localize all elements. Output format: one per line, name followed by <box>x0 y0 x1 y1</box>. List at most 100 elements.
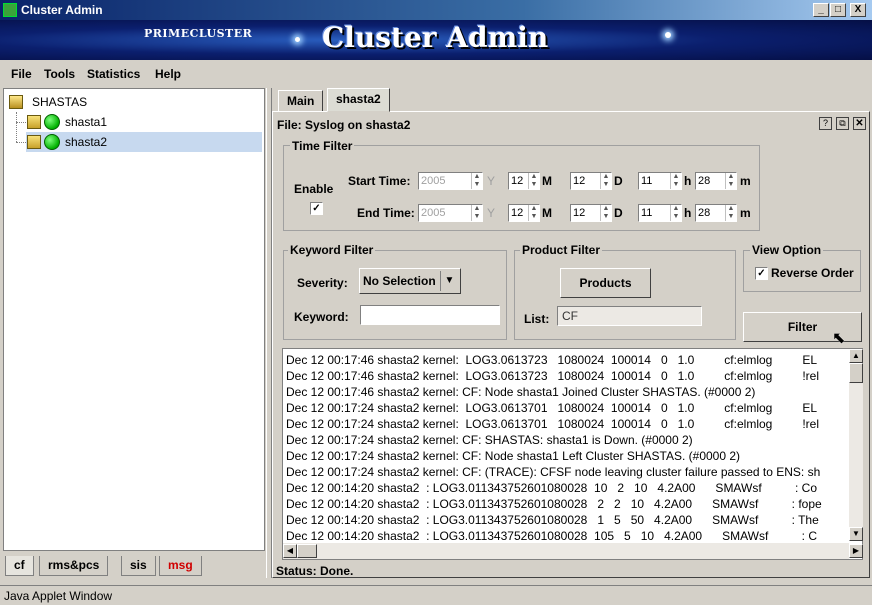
brand-logo: PRIMECLUSTER <box>144 27 253 40</box>
spinner-arrows-icon[interactable]: ▲ ▼ <box>670 205 681 221</box>
hour-unit: h <box>684 206 692 220</box>
log-line: Dec 12 00:14:20 shasta2 : LOG3.011343752… <box>286 481 817 495</box>
banner-headline: Cluster Admin <box>322 21 549 54</box>
spinner-arrows-icon[interactable]: ▲ ▼ <box>725 173 736 189</box>
tree-root-label: SHASTAS <box>32 95 88 109</box>
start-day-spinner[interactable]: 12 ▲ ▼ <box>570 172 612 190</box>
product-filter-title: Product Filter <box>520 243 603 257</box>
start-minute-value: 28 <box>698 175 711 187</box>
log-line: Dec 12 00:14:20 shasta2 : LOG3.011343752… <box>286 513 819 527</box>
tree-node-shasta2[interactable]: shasta2 <box>26 132 262 152</box>
detach-icon[interactable]: ⧉ <box>836 117 849 130</box>
help-icon[interactable]: ? <box>819 117 832 130</box>
mouse-cursor-icon: ⬉ <box>832 330 846 347</box>
syslog-view[interactable]: Dec 12 00:17:46 shasta2 kernel: LOG3.061… <box>282 348 863 560</box>
tree-node-label: shasta1 <box>65 115 108 129</box>
minimize-button[interactable]: _ <box>813 3 829 17</box>
enable-label: Enable <box>294 182 334 196</box>
day-unit: D <box>614 206 623 220</box>
severity-value: No Selection <box>363 274 436 288</box>
tab-main[interactable]: Main <box>278 90 324 112</box>
close-button[interactable]: X <box>850 3 866 17</box>
scroll-thumb[interactable] <box>849 363 863 383</box>
cluster-icon <box>9 95 23 109</box>
horizontal-scrollbar[interactable]: ◀ ▶ <box>283 543 863 559</box>
start-time-label: Start Time: <box>348 174 411 188</box>
applet-status-bar: Java Applet Window <box>0 585 872 605</box>
tab-rms-pcs[interactable]: rms&pcs <box>39 556 109 576</box>
start-year-spinner[interactable]: 2005 ▲ ▼ <box>418 172 483 190</box>
scroll-left-icon[interactable]: ◀ <box>283 544 297 558</box>
tab-cf[interactable]: cf <box>5 556 34 576</box>
scroll-down-icon[interactable]: ▼ <box>849 527 863 541</box>
scroll-thumb[interactable] <box>297 544 317 558</box>
start-month-value: 12 <box>511 175 524 187</box>
log-line: Dec 12 00:17:46 shasta2 kernel: LOG3.061… <box>286 369 820 383</box>
severity-label: Severity: <box>297 276 348 290</box>
close-panel-icon[interactable]: ✕ <box>853 117 866 130</box>
reverse-order-checkbox[interactable]: ✓ <box>755 267 768 280</box>
spinner-arrows-icon[interactable]: ▲ ▼ <box>725 205 736 221</box>
day-unit: D <box>614 174 623 188</box>
start-month-spinner[interactable]: 12 ▲ ▼ <box>508 172 540 190</box>
view-option-title: View Option <box>750 243 824 257</box>
menu-help[interactable]: Help <box>155 67 181 81</box>
end-day-spinner[interactable]: 12 ▲ ▼ <box>570 204 612 222</box>
log-line: Dec 12 00:14:20 shasta2 : LOG3.011343752… <box>286 497 822 511</box>
end-minute-spinner[interactable]: 28 ▲ ▼ <box>695 204 737 222</box>
keyword-label: Keyword: <box>294 310 349 324</box>
tree-node-label: shasta2 <box>65 135 108 149</box>
tab-msg[interactable]: msg <box>159 556 202 576</box>
menu-statistics[interactable]: Statistics <box>87 67 140 81</box>
spinner-arrows-icon[interactable]: ▲ ▼ <box>471 205 482 221</box>
end-year-spinner[interactable]: 2005 ▲ ▼ <box>418 204 483 222</box>
scroll-up-icon[interactable]: ▲ <box>849 349 863 363</box>
spinner-arrows-icon[interactable]: ▲ ▼ <box>600 205 611 221</box>
spinner-arrows-icon[interactable]: ▲ ▼ <box>528 205 539 221</box>
spark-decoration <box>295 37 300 42</box>
maximize-button[interactable]: □ <box>830 3 846 17</box>
menu-tools[interactable]: Tools <box>44 67 75 81</box>
start-year-value: 2005 <box>421 175 446 187</box>
file-label: File: Syslog on shasta2 <box>277 118 411 132</box>
log-line: Dec 12 00:17:46 shasta2 kernel: LOG3.061… <box>286 353 818 367</box>
end-year-value: 2005 <box>421 207 446 219</box>
reverse-order-label: Reverse Order <box>771 266 854 280</box>
spinner-arrows-icon[interactable]: ▲ ▼ <box>471 173 482 189</box>
keyword-input[interactable] <box>360 305 500 325</box>
spark-decoration <box>665 32 671 38</box>
chevron-down-icon[interactable]: ▼ <box>440 271 458 291</box>
scroll-right-icon[interactable]: ▶ <box>849 544 863 558</box>
log-line: Dec 12 00:14:20 shasta2 : LOG3.011343752… <box>286 529 817 543</box>
spinner-arrows-icon[interactable]: ▲ ▼ <box>528 173 539 189</box>
menu-file[interactable]: File <box>11 67 32 81</box>
end-month-spinner[interactable]: 12 ▲ ▼ <box>508 204 540 222</box>
app-icon <box>3 3 17 17</box>
tree-connector <box>16 112 17 142</box>
tree-root[interactable]: SHASTAS <box>8 92 258 112</box>
tab-sis[interactable]: sis <box>121 556 156 576</box>
log-line: Dec 12 00:17:24 shasta2 kernel: CF: Node… <box>286 449 741 463</box>
vertical-scrollbar[interactable]: ▲ ▼ <box>849 349 863 541</box>
start-hour-spinner[interactable]: 11 ▲ ▼ <box>638 172 682 190</box>
tree-node-shasta1[interactable]: shasta1 <box>26 112 262 132</box>
products-button[interactable]: Products <box>560 268 651 298</box>
severity-select[interactable]: No Selection ▼ <box>359 268 461 294</box>
spinner-arrows-icon[interactable]: ▲ ▼ <box>670 173 681 189</box>
end-hour-spinner[interactable]: 11 ▲ ▼ <box>638 204 682 222</box>
tree-connector <box>16 122 26 123</box>
end-minute-value: 28 <box>698 207 711 219</box>
end-month-value: 12 <box>511 207 524 219</box>
end-day-value: 12 <box>573 207 586 219</box>
tab-shasta2[interactable]: shasta2 <box>327 88 390 112</box>
cluster-tree: SHASTAS shasta1 shasta2 <box>3 88 265 551</box>
end-time-label: End Time: <box>357 206 415 220</box>
spinner-arrows-icon[interactable]: ▲ ▼ <box>600 173 611 189</box>
start-hour-value: 11 <box>641 175 653 187</box>
applet-status-text: Java Applet Window <box>4 589 113 603</box>
month-unit: M <box>542 206 552 220</box>
keyword-filter-group <box>283 250 507 340</box>
tree-connector <box>16 142 26 143</box>
start-minute-spinner[interactable]: 28 ▲ ▼ <box>695 172 737 190</box>
enable-checkbox[interactable]: ✓ <box>310 202 323 215</box>
